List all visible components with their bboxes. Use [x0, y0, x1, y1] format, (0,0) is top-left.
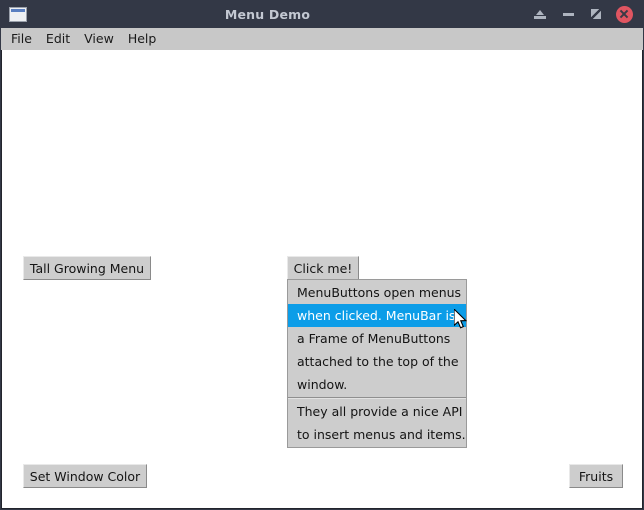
fruits-menubutton[interactable]: Fruits: [569, 464, 623, 488]
window-title: Menu Demo: [224, 6, 311, 22]
shade-icon: [534, 9, 546, 20]
close-icon: [615, 5, 633, 23]
window-client-area: Tall Growing Menu Click me! MenuButtons …: [1, 50, 643, 509]
tall-growing-menu-button[interactable]: Tall Growing Menu: [23, 256, 151, 280]
click-me-menubutton[interactable]: Click me!: [287, 256, 359, 280]
click-me-dropdown-menu: MenuButtons open menus when clicked. Men…: [287, 279, 467, 448]
menubar-item-view[interactable]: View: [77, 29, 121, 49]
shade-button[interactable]: [526, 3, 554, 25]
menubar-item-file[interactable]: File: [4, 29, 39, 49]
window-icon: [9, 6, 27, 22]
window-controls: [526, 3, 638, 25]
menu-item[interactable]: MenuButtons open menus: [288, 281, 466, 304]
menu-separator: [288, 397, 466, 399]
set-window-color-button[interactable]: Set Window Color: [23, 464, 147, 488]
close-button[interactable]: [610, 3, 638, 25]
application-window: Menu Demo File Edit View Help Tall Growi…: [0, 0, 644, 510]
menu-item[interactable]: a Frame of MenuButtons: [288, 327, 466, 350]
menu-item[interactable]: window.: [288, 373, 466, 396]
menu-item[interactable]: They all provide a nice API: [288, 400, 466, 423]
menu-item[interactable]: to insert menus and items.: [288, 423, 466, 446]
menu-item[interactable]: attached to the top of the: [288, 350, 466, 373]
window-titlebar[interactable]: Menu Demo: [0, 0, 644, 28]
menubar-item-help[interactable]: Help: [121, 29, 164, 49]
menu-item-highlighted[interactable]: when clicked. MenuBar is: [288, 304, 466, 327]
menubar: File Edit View Help: [1, 28, 643, 50]
minimize-icon: [562, 12, 574, 16]
maximize-icon: [591, 9, 601, 19]
minimize-button[interactable]: [554, 3, 582, 25]
menubar-item-edit[interactable]: Edit: [39, 29, 77, 49]
maximize-button[interactable]: [582, 3, 610, 25]
